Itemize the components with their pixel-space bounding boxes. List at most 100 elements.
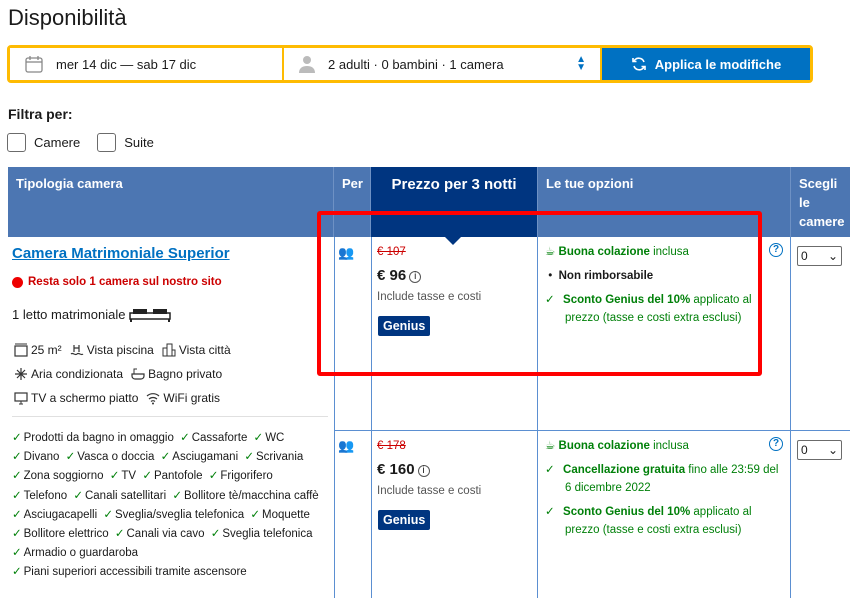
breakfast-line: ☕ Buona colazione inclusa [545,243,785,261]
check-icon: ✓ [103,508,113,521]
room-quantity-select[interactable]: 0 ⌄ [797,246,842,266]
dates-value: mer 14 dic — sab 17 dic [56,56,197,72]
amenity-item: ✓ Scrivania [244,451,303,463]
amenity-item: ✓ Divano [12,451,59,463]
check-icon: ✓ [114,528,125,541]
genius-badge: Genius [378,316,431,336]
check-icon: ✓ [253,432,264,444]
check-icon: ✓ [12,566,22,579]
check-icon: ✓ [545,294,555,306]
info-icon[interactable]: i [417,465,430,477]
tax-note: Include tasse e costi [377,291,482,303]
old-price: € 107 [377,246,406,258]
apply-changes-button[interactable]: Applica le modifiche [602,48,810,80]
chevron-down-icon: ⌄ [827,249,838,263]
alert-dot-icon [12,276,23,288]
check-icon: ✓ [142,470,152,483]
filter-suite[interactable]: Suite [97,133,154,152]
facility-item: TV a schermo piatto [14,391,138,405]
facility-label: TV a schermo piatto [31,391,139,405]
check-icon: ✓ [545,464,555,476]
facility-item: Bagno privato [131,367,222,381]
check-icon: ✓ [545,506,555,518]
discount-label: Sconto Genius del 10% [563,506,691,518]
amenity-item: ✓ WC [254,432,285,444]
amenity-item: ✓ Telefono [12,490,67,502]
amenity-item: ✓ Bollitore tè/macchina caffè [172,490,318,502]
amenity-label: Zona soggiorno [23,470,104,483]
qty-value: 0 [801,249,808,263]
policy-line: • Non rimborsabile [545,267,785,285]
help-icon[interactable]: ? [769,437,783,451]
facility-label: Bagno privato [148,367,223,381]
check-icon: ✓ [73,489,83,502]
discount-line: ✓ Sconto Genius del 10% applicato al pre… [545,503,785,539]
bathtub-icon [131,368,145,380]
amenity-label: Vasca o doccia [77,451,155,464]
page-title: Disponibilità [8,5,127,30]
calendar-icon [25,56,43,73]
facility-label: Vista piscina [86,343,154,357]
amenity-label: Piani superiori accessibili tramite asce… [23,566,247,579]
scarcity-text: Resta solo 1 camera sul nostro sito [28,276,222,288]
refresh-icon [631,57,646,71]
filter-camere[interactable]: Camere [7,133,80,152]
facility-label: WiFi gratis [163,391,221,405]
breakfast-suffix: inclusa [653,246,689,258]
amenity-label: Canali via cavo [126,528,205,541]
amenity-item: ✓ Zona soggiorno [12,470,104,482]
header-options: Le tue opzioni [538,167,791,237]
city-icon [162,343,176,357]
price-header-arrow [444,236,462,245]
facility-item: Aria condizionata [14,367,123,381]
bullet-icon: • [545,270,559,282]
check-icon: ✓ [208,470,219,483]
amenity-item: ✓ Sveglia telefonica [211,528,313,540]
check-icon: ✓ [65,451,76,464]
tax-note: Include tasse e costi [377,485,482,497]
help-icon[interactable]: ? [769,243,783,257]
amenity-item: ✓ Pantofole [142,470,202,482]
guests-picker[interactable]: 2 adulti · 0 bambini · 1 camera ▲ ▼ [284,48,600,80]
check-icon: ✓ [12,547,22,560]
bed-text: 1 letto matrimoniale [12,307,126,322]
col-divider [334,237,335,598]
price-value: € 96 [377,267,407,284]
check-icon: ✓ [12,528,22,541]
amenity-item: ✓ Canali via cavo [115,528,205,540]
room-name-link[interactable]: Camera Matrimoniale Superior [12,245,230,262]
amenity-item: ✓ Sveglia/sveglia telefonica [103,509,244,521]
facility-item: Vista città [162,343,231,357]
search-bar: mer 14 dic — sab 17 dic 2 adulti · 0 bam… [7,45,813,83]
offer-options: ☕ Buona colazione inclusa ✓ Cancellazion… [545,437,785,539]
amenity-item: ✓ Bollitore elettrico [12,528,109,540]
tv-icon [14,392,28,405]
check-icon: ✓ [109,470,120,483]
amenity-label: Frigorifero [220,470,273,483]
info-icon[interactable]: i [409,271,422,283]
amenity-item: ✓ Cassaforte [180,432,247,444]
wifi-icon [146,393,160,405]
header-choose: Scegli le camere [799,176,845,229]
facility-label: 25 m² [31,343,62,357]
qty-value: 0 [801,443,808,457]
check-icon: ✓ [160,451,171,464]
filter-title: Filtra per: [8,106,73,122]
amenities-list: ✓ Prodotti da bagno in omaggio ✓ Cassafort… [12,429,330,583]
amenity-item: ✓ Vasca o doccia [66,451,155,463]
breakfast-label: Buona colazione [558,246,650,258]
room-quantity-select[interactable]: 0 ⌄ [797,440,842,460]
coffee-icon: ☕ [545,246,556,258]
checkbox[interactable] [7,133,26,152]
facilities-row: TV a schermo piatto WiFi gratis [14,391,220,405]
date-picker[interactable]: mer 14 dic — sab 17 dic [10,48,282,80]
col-divider [537,237,538,598]
policy-label: Non rimborsabile [558,270,654,282]
amenity-label: WC [265,432,285,444]
amenity-label: Bollitore tè/macchina caffè [184,489,319,502]
chevron-updown-icon: ▲ ▼ [576,54,586,73]
amenity-item: ✓ Moquette [250,509,310,521]
amenity-label: Pantofole [153,470,203,483]
checkbox[interactable] [97,133,117,152]
amenity-item: ✓ Frigorifero [209,470,273,482]
